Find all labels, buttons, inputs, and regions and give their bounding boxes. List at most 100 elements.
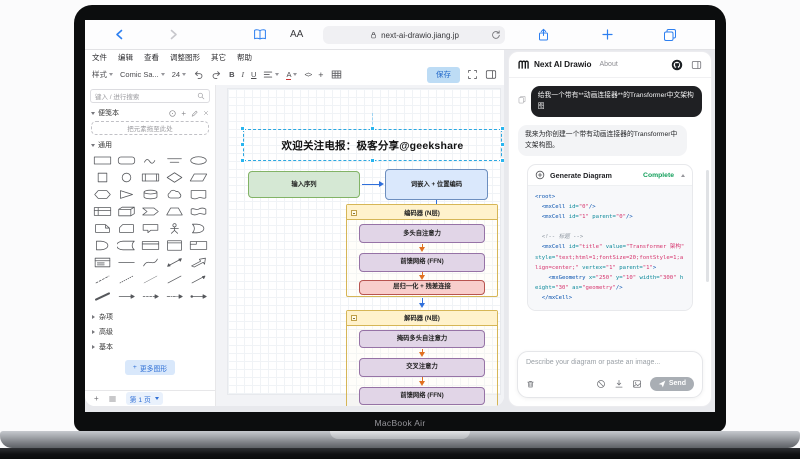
- node-layernorm[interactable]: 层归一化 + 残差连接: [359, 280, 485, 295]
- shape-search-input[interactable]: 键入 / 进行搜索: [90, 89, 210, 103]
- style-dropdown[interactable]: 样式: [92, 69, 113, 80]
- shape-or[interactable]: [188, 222, 208, 235]
- shape-title-container[interactable]: [188, 239, 208, 252]
- shape-card[interactable]: [116, 222, 136, 235]
- menu-item-extras[interactable]: 其它: [211, 52, 226, 63]
- image-icon[interactable]: [632, 379, 642, 389]
- page-tab[interactable]: 第 1 页: [126, 392, 163, 405]
- selection-handle[interactable]: [500, 126, 504, 131]
- help-icon[interactable]: [169, 110, 176, 117]
- diagram-canvas[interactable]: 欢迎关注电报：极客分享@geekshare 输入序列 词嵌入 + 位置编码: [216, 85, 504, 406]
- shape-triangle[interactable]: [116, 188, 136, 201]
- shape-step[interactable]: [140, 205, 160, 218]
- menu-item-help[interactable]: 帮助: [237, 52, 252, 63]
- shape-document[interactable]: [188, 188, 208, 201]
- new-tab-icon[interactable]: [601, 28, 614, 41]
- shape-container[interactable]: [140, 239, 160, 252]
- node-ffn[interactable]: 前馈网络 (FFN): [359, 253, 485, 272]
- trash-icon[interactable]: [526, 379, 535, 389]
- stop-icon[interactable]: [596, 379, 606, 389]
- shape-rectangle[interactable]: [92, 154, 112, 167]
- shape-dashed-line[interactable]: [92, 273, 112, 286]
- selection-handle[interactable]: [240, 126, 245, 131]
- save-button[interactable]: 保存: [427, 67, 460, 83]
- font-size-dropdown[interactable]: 24: [172, 70, 186, 79]
- shape-directional-arrow[interactable]: [116, 290, 136, 303]
- reader-button[interactable]: AA: [290, 29, 303, 40]
- shape-dotted-line[interactable]: [116, 273, 136, 286]
- forward-icon[interactable]: [167, 28, 180, 41]
- insert-button[interactable]: +: [318, 70, 323, 80]
- close-icon[interactable]: [203, 110, 209, 116]
- node-input-sequence[interactable]: 输入序列: [248, 171, 360, 198]
- chevron-up-icon[interactable]: [681, 174, 685, 177]
- github-icon[interactable]: [671, 59, 683, 71]
- font-color-dropdown[interactable]: A: [286, 70, 297, 80]
- shape-and[interactable]: [92, 239, 112, 252]
- collapse-icon[interactable]: [351, 210, 357, 216]
- shape-arrow[interactable]: [188, 256, 208, 269]
- tool-card-header[interactable]: Generate Diagram Complete: [528, 165, 692, 185]
- section-misc[interactable]: 杂项: [85, 309, 215, 324]
- reload-icon[interactable]: [490, 29, 501, 40]
- selected-banner-node[interactable]: 欢迎关注电报：极客分享@geekshare: [243, 129, 502, 161]
- format-panel-icon[interactable]: [485, 69, 497, 80]
- edit-pencil-icon[interactable]: [191, 110, 198, 117]
- undo-icon[interactable]: [193, 69, 204, 80]
- node-embedding[interactable]: 词嵌入 + 位置编码: [385, 169, 488, 200]
- shape-diagonal-arrow[interactable]: [188, 273, 208, 286]
- bold-button[interactable]: B: [229, 70, 234, 79]
- menu-item-file[interactable]: 文件: [92, 52, 107, 63]
- selection-handle[interactable]: [500, 158, 504, 163]
- redo-icon[interactable]: [211, 69, 222, 80]
- copy-icon[interactable]: [518, 95, 526, 104]
- shape-trapezoid[interactable]: [164, 205, 184, 218]
- shape-thin-line[interactable]: [140, 273, 160, 286]
- pages-menu-icon[interactable]: [108, 395, 117, 403]
- shape-tape[interactable]: [188, 205, 208, 218]
- shape-rounded-rectangle[interactable]: [116, 154, 136, 167]
- font-dropdown[interactable]: Comic Sa...: [120, 70, 165, 79]
- shape-vertical-container[interactable]: [164, 239, 184, 252]
- shape-note[interactable]: [92, 222, 112, 235]
- shape-circle[interactable]: [116, 171, 136, 184]
- shape-heading[interactable]: [164, 154, 184, 167]
- node-masked-attention[interactable]: 掩码多头自注意力: [359, 330, 485, 348]
- selection-handle[interactable]: [500, 142, 504, 147]
- menu-item-view[interactable]: 查看: [144, 52, 159, 63]
- shape-text[interactable]: [140, 154, 160, 167]
- shape-square[interactable]: [92, 171, 112, 184]
- general-section-header[interactable]: 通用: [85, 138, 215, 152]
- selection-handle[interactable]: [240, 158, 245, 163]
- download-icon[interactable]: [614, 379, 624, 389]
- menu-item-edit[interactable]: 编辑: [118, 52, 133, 63]
- add-page-button[interactable]: +: [94, 394, 99, 403]
- shape-ellipse[interactable]: [188, 154, 208, 167]
- align-dropdown[interactable]: [263, 70, 279, 80]
- about-link[interactable]: About: [599, 61, 617, 68]
- share-icon[interactable]: [537, 28, 550, 42]
- shape-dash-dot-arrow[interactable]: [164, 290, 184, 303]
- code-button[interactable]: <>: [304, 70, 311, 79]
- section-basic[interactable]: 基本: [85, 339, 215, 354]
- connector[interactable]: [362, 184, 379, 185]
- shape-cloud[interactable]: [164, 188, 184, 201]
- scratchpad-add-icon[interactable]: +: [181, 109, 186, 118]
- more-shapes-button[interactable]: + 更多图形: [125, 360, 175, 375]
- node-decoder-ffn[interactable]: 前馈网络 (FFN): [359, 387, 485, 405]
- shape-diagonal-line[interactable]: [164, 273, 184, 286]
- prompt-input-card[interactable]: Describe your diagram or paste an image.…: [517, 351, 703, 399]
- node-multihead-attention[interactable]: 多头自注意力: [359, 224, 485, 243]
- scratchpad-header[interactable]: 便笺本 +: [85, 106, 215, 120]
- shape-diamond[interactable]: [164, 171, 184, 184]
- shape-cube[interactable]: [116, 205, 136, 218]
- shape-dashed-arrow[interactable]: [140, 290, 160, 303]
- shape-cylinder[interactable]: [140, 188, 160, 201]
- shape-data-storage[interactable]: [116, 239, 136, 252]
- underline-button[interactable]: U: [251, 70, 256, 79]
- shape-hexagon[interactable]: [92, 188, 112, 201]
- fullscreen-icon[interactable]: [467, 69, 478, 80]
- italic-button[interactable]: I: [242, 70, 245, 79]
- shape-callout[interactable]: [140, 222, 160, 235]
- panel-toggle-icon[interactable]: [691, 60, 702, 70]
